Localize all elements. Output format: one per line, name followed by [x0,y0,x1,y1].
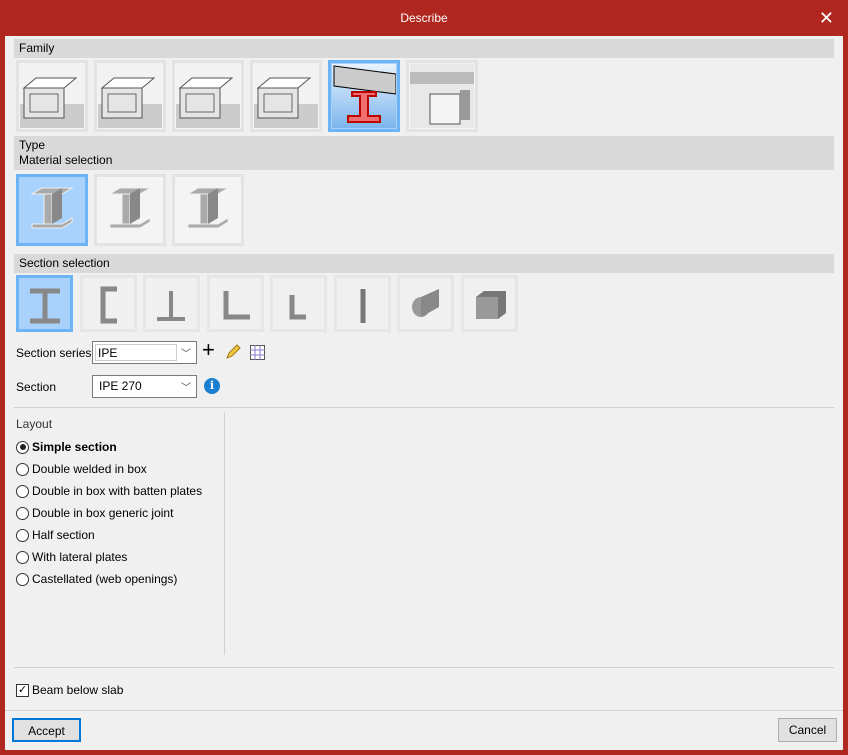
section-type-box-section[interactable] [460,275,518,332]
separator [5,710,843,711]
beam-below-slab-checkbox[interactable]: ✓ Beam below slab [16,683,123,697]
layout-option[interactable]: Castellated (web openings) [16,572,177,586]
angle-section-icon [223,290,250,319]
close-icon[interactable]: ✕ [819,8,834,29]
dialog-body: Family Type Material selection Section s… [5,36,843,750]
radio-button[interactable] [16,484,29,498]
section-value: IPE 270 [99,379,142,393]
type-option-rolled-steel[interactable] [16,174,88,246]
pencil-icon[interactable] [225,344,241,360]
separator [14,407,834,408]
chevron-down-icon[interactable]: ﹀ [181,379,191,394]
type-option-welded-steel[interactable] [94,174,166,246]
family-option-6[interactable] [406,60,478,132]
type-option-cold-formed-steel[interactable] [172,174,244,246]
box-section-icon [476,290,506,319]
family-1-icon [19,63,85,129]
family-option-2[interactable] [94,60,166,132]
layout-option-label: Double welded in box [32,462,147,476]
section-selection-header: Section selection [14,254,834,273]
section-series-input[interactable]: IPE [95,344,177,361]
i-section-icon [29,288,60,323]
round-section-icon [411,288,439,317]
radio-button[interactable] [16,550,29,564]
material-selection-label: Material selection [19,153,113,167]
layout-option-label: With lateral plates [32,550,128,564]
section-series-combo[interactable]: IPE ﹀ [92,341,197,364]
rolled-steel-icon [19,177,85,243]
chevron-down-icon[interactable]: ﹀ [181,345,191,360]
section-type-i-section[interactable] [16,275,73,332]
accept-button[interactable]: Accept [12,718,81,742]
layout-label: Layout [16,417,53,431]
family-option-3[interactable] [172,60,244,132]
section-series-label: Section series [16,346,92,360]
vertical-divider [224,412,225,655]
t-section-icon [156,290,185,321]
family-option-4[interactable] [250,60,322,132]
section-type-channel-section[interactable] [79,275,137,332]
type-header: Type Material selection [14,136,834,170]
family-6-icon [409,63,475,129]
layout-option[interactable]: With lateral plates [16,550,127,564]
window-title: Describe [400,11,448,25]
radio-button[interactable] [16,528,29,542]
family-option-1[interactable] [16,60,88,132]
family-option-5[interactable] [328,60,400,132]
layout-option[interactable]: Double in box with batten plates [16,484,202,498]
section-type-small-angle-section[interactable] [270,275,327,332]
layout-option[interactable]: Double welded in box [16,462,147,476]
welded-steel-icon [97,177,163,243]
small-angle-section-icon [289,294,306,319]
radio-button[interactable] [16,440,29,454]
section-type-t-section[interactable] [143,275,200,332]
section-type-angle-section[interactable] [206,275,264,332]
section-type-plate-section[interactable] [333,275,391,332]
layout-option-label: Half section [32,528,95,542]
title-bar: Describe ✕ [0,0,848,36]
plate-section-icon [360,288,366,323]
family-header: Family [14,39,834,58]
section-combo[interactable]: IPE 270 ﹀ [92,375,197,398]
family-2-icon [97,63,163,129]
layout-option-label: Simple section [32,440,117,454]
layout-option-label: Double in box with batten plates [32,484,203,498]
family-4-icon [253,63,319,129]
section-type-round-section[interactable] [397,275,454,332]
layout-option[interactable]: Double in box generic joint [16,506,173,520]
checkbox-check-icon[interactable]: ✓ [16,683,29,697]
cancel-button[interactable]: Cancel [778,718,837,742]
add-icon[interactable]: + [202,339,215,361]
section-label: Section [16,380,57,394]
radio-button[interactable] [16,506,29,520]
channel-section-icon [100,286,117,323]
table-icon[interactable] [250,345,265,360]
layout-option[interactable]: Simple section [16,440,117,454]
radio-button[interactable] [16,462,29,476]
info-icon[interactable]: i [204,378,220,394]
family-3-icon [175,63,241,129]
beam-below-slab-label: Beam below slab [32,683,124,697]
separator [14,667,834,668]
family-5-icon [331,63,397,129]
radio-button[interactable] [16,572,29,586]
layout-option-label: Double in box generic joint [32,506,174,520]
cold-formed-steel-icon [175,177,241,243]
layout-option-label: Castellated (web openings) [32,572,178,586]
layout-option[interactable]: Half section [16,528,95,542]
type-label: Type [19,138,46,152]
